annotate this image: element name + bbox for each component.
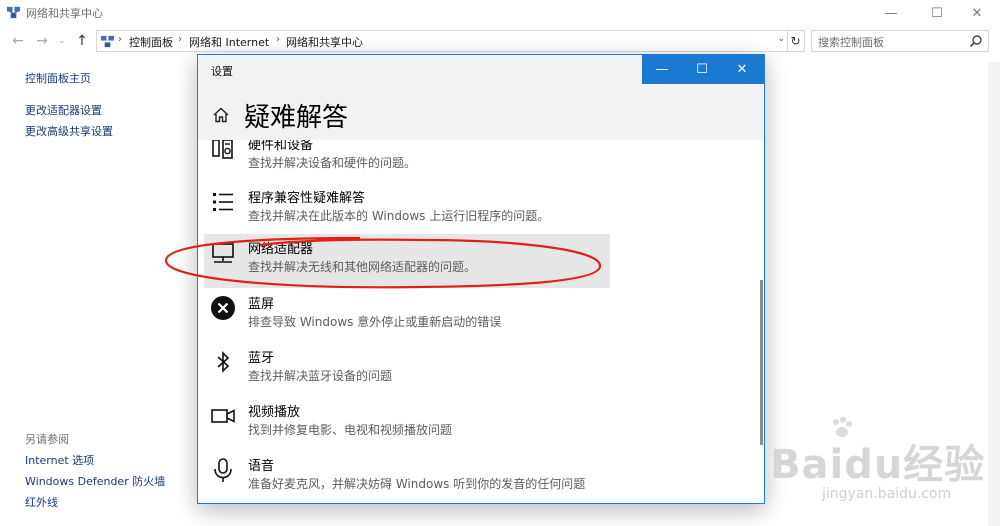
- window-title: 网络和共享中心: [26, 7, 103, 20]
- dialog-titlebar: 设置 — ☐ ✕: [198, 55, 764, 84]
- baidu-watermark: Baidu经验 jingyan.baidu.com: [770, 412, 1000, 512]
- breadcrumb-separator-icon: ›: [276, 34, 280, 45]
- watermark-logo: Baidu经验: [770, 442, 986, 488]
- list-item-bluetooth[interactable]: 蓝牙 查找并解决蓝牙设备的问题: [204, 343, 610, 397]
- breadcrumb-network-center[interactable]: 网络和共享中心: [286, 34, 363, 50]
- change-advanced-sharing-link[interactable]: 更改高级共享设置: [25, 123, 113, 139]
- address-row: ← → ⌄ ↑ › 控制面板 › 网络和 Internet › 网络和共享中心 …: [0, 28, 1000, 54]
- back-arrow-icon[interactable]: ←: [8, 31, 28, 51]
- list-item-title: 网络适配器: [248, 242, 314, 257]
- change-adapter-settings-link[interactable]: 更改适配器设置: [25, 102, 102, 118]
- list-item-speech[interactable]: 语音 准备好麦克风，并解决妨碍 Windows 听到你的发音的任何问题: [204, 451, 610, 503]
- list-item-description: 查找并解决无线和其他网络适配器的问题。: [248, 260, 477, 274]
- window-titlebar: 网络和共享中心 — ☐ ✕: [0, 0, 1000, 26]
- breadcrumb-separator-icon: ›: [178, 34, 182, 45]
- list-item-description: 查找并解决设备和硬件的问题。: [248, 156, 417, 170]
- dialog-close-button[interactable]: ✕: [722, 55, 762, 84]
- search-icon[interactable]: [969, 34, 983, 48]
- settings-dialog: 设置 — ☐ ✕ 疑难解答 硬件和设备 查找并解决设备和硬件的问题。 程序兼容性…: [197, 54, 765, 504]
- infrared-link[interactable]: 红外线: [25, 494, 58, 510]
- list-item-title: 蓝牙: [248, 351, 275, 366]
- bluescreen-x-icon: [211, 296, 235, 320]
- close-button[interactable]: ✕: [954, 0, 1000, 26]
- list-item-network-adapter[interactable]: 网络适配器 查找并解决无线和其他网络适配器的问题。: [204, 234, 610, 288]
- control-panel-icon: [100, 35, 115, 48]
- dialog-scrollbar-thumb[interactable]: [760, 280, 763, 445]
- list-item-description: 查找并解决在此版本的 Windows 上运行旧程序的问题。: [248, 209, 550, 223]
- windows-defender-firewall-link[interactable]: Windows Defender 防火墙: [25, 473, 165, 489]
- troubleshoot-list: 硬件和设备 查找并解决设备和硬件的问题。 程序兼容性疑难解答 查找并解决在此版本…: [198, 140, 764, 503]
- watermark-url: jingyan.baidu.com: [822, 486, 952, 502]
- dialog-header: 疑难解答: [198, 84, 764, 140]
- dialog-maximize-button[interactable]: ☐: [682, 55, 722, 84]
- list-item-title: 硬件和设备: [248, 140, 314, 153]
- dialog-minimize-button[interactable]: —: [642, 55, 682, 84]
- microphone-icon: [214, 458, 232, 482]
- dialog-window-controls: — ☐ ✕: [642, 55, 764, 84]
- list-item-title: 视频播放: [248, 405, 301, 420]
- list-item-title: 蓝屏: [248, 297, 275, 312]
- search-input[interactable]: 搜索控制面板: [811, 30, 989, 52]
- list-item-hardware[interactable]: 硬件和设备 查找并解决设备和硬件的问题。: [204, 140, 610, 184]
- recent-chevron-down-icon[interactable]: ⌄: [52, 31, 72, 51]
- list-item-description: 查找并解决蓝牙设备的问题: [248, 369, 393, 383]
- breadcrumb-network-internet[interactable]: 网络和 Internet: [189, 34, 269, 50]
- list-icon: [213, 193, 233, 211]
- list-item-video-playback[interactable]: 视频播放 找到并修复电影、电视和视频播放问题: [204, 397, 610, 451]
- see-also-heading: 另请参阅: [25, 433, 69, 446]
- network-center-icon: [6, 6, 21, 19]
- list-item-description: 找到并修复电影、电视和视频播放问题: [248, 423, 453, 437]
- control-panel-home-link[interactable]: 控制面板主页: [25, 70, 91, 86]
- list-item-description: 准备好麦克风，并解决妨碍 Windows 听到你的发音的任何问题: [248, 477, 586, 491]
- search-placeholder: 搜索控制面板: [818, 36, 884, 49]
- video-icon: [211, 409, 235, 423]
- breadcrumb-control-panel[interactable]: 控制面板: [129, 34, 173, 50]
- internet-options-link[interactable]: Internet 选项: [25, 452, 94, 468]
- address-dropdown-icon[interactable]: ⌄: [777, 34, 785, 44]
- home-icon[interactable]: [212, 106, 230, 124]
- page-title: 疑难解答: [244, 103, 349, 133]
- breadcrumb-separator-icon: ›: [118, 34, 122, 45]
- list-item-blue-screen[interactable]: 蓝屏 排查导致 Windows 意外停止或重新启动的错误: [204, 289, 610, 343]
- list-item-title: 程序兼容性疑难解答: [248, 191, 366, 206]
- forward-arrow-icon[interactable]: →: [32, 31, 52, 51]
- list-item-program-compatibility[interactable]: 程序兼容性疑难解答 查找并解决在此版本的 Windows 上运行旧程序的问题。: [204, 183, 610, 237]
- list-item-title: 语音: [248, 459, 275, 474]
- hardware-icon: [212, 140, 233, 159]
- minimize-button[interactable]: —: [868, 0, 914, 26]
- bluetooth-icon: [217, 351, 230, 373]
- network-adapter-icon: [212, 243, 234, 263]
- address-bar[interactable]: › 控制面板 › 网络和 Internet › 网络和共享中心 ⌄: [96, 30, 788, 52]
- up-arrow-icon[interactable]: ↑: [72, 31, 92, 51]
- refresh-icon[interactable]: ↻: [787, 30, 805, 52]
- dialog-title: 设置: [211, 65, 233, 78]
- list-item-description: 排查导致 Windows 意外停止或重新启动的错误: [248, 315, 502, 329]
